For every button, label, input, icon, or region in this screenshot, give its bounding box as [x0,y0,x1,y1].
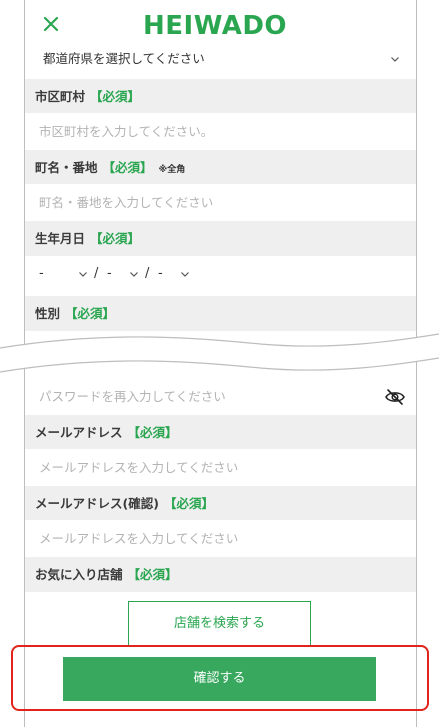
email-confirm-label: メールアドレス(確認) [35,496,159,511]
email-input-placeholder: メールアドレスを入力してください [39,460,239,475]
email-confirm-placeholder: メールアドレスを入力してください [39,531,239,546]
chevron-down-icon [79,272,87,277]
street-input[interactable]: 町名・番地を入力してください [25,184,416,221]
confirm-button[interactable]: 確認する [63,657,376,701]
city-input[interactable]: 市区町村を入力してください。 [25,113,416,150]
header: HEIWADO [25,0,416,50]
email-confirm-label-row: メールアドレス(確認) 【必須】 [25,486,416,521]
date-separator: / [94,266,99,281]
chevron-down-icon [130,272,138,277]
street-label: 町名・番地 [35,160,98,175]
prefecture-select[interactable]: 都道府県を選択してください [25,48,416,70]
birthdate-label: 生年月日 [35,231,86,246]
favorite-store-label: お気に入り店舗 [35,567,123,582]
heiwado-logo: HEIWADO [143,11,288,41]
close-icon[interactable] [39,12,63,36]
birth-day-select[interactable]: - [158,266,163,281]
required-badge: 【必須】 [90,89,141,104]
chevron-down-icon [181,272,189,277]
content-break-separator [0,333,439,373]
birth-month-select[interactable]: - [107,266,112,281]
city-label-row: 市区町村 【必須】 [25,79,416,114]
birth-year-select[interactable]: - [39,266,44,281]
email-label-row: メールアドレス 【必須】 [25,415,416,450]
email-confirm-input[interactable]: メールアドレスを入力してください [25,520,416,557]
city-label: 市区町村 [35,89,86,104]
city-input-placeholder: 市区町村を入力してください。 [39,124,214,139]
email-label: メールアドレス [35,425,123,440]
required-badge: 【必須】 [102,160,153,175]
required-badge: 【必須】 [65,306,116,321]
street-label-row: 町名・番地 【必須】 ※全角 [25,150,416,185]
gender-label: 性別 [35,306,61,321]
prefecture-select-value: 都道府県を選択してください [43,51,205,66]
eye-off-icon[interactable] [385,388,405,406]
date-separator: / [145,266,150,281]
birthdate-label-row: 生年月日 【必須】 [25,221,416,256]
chevron-down-icon [391,57,399,62]
required-badge: 【必須】 [127,567,178,582]
required-badge: 【必須】 [163,496,214,511]
required-badge: 【必須】 [90,231,141,246]
search-store-button[interactable]: 店舗を検索する [128,601,311,647]
favorite-store-label-row: お気に入り店舗 【必須】 [25,557,416,592]
password-confirm-input[interactable]: パスワードを再入力してください [25,378,416,415]
zenkaku-note: ※全角 [158,165,186,175]
password-confirm-placeholder: パスワードを再入力してください [39,389,226,404]
required-badge: 【必須】 [127,425,178,440]
email-input[interactable]: メールアドレスを入力してください [25,449,416,486]
birthdate-selects: - / - / - [25,256,416,296]
street-input-placeholder: 町名・番地を入力してください [39,195,214,210]
